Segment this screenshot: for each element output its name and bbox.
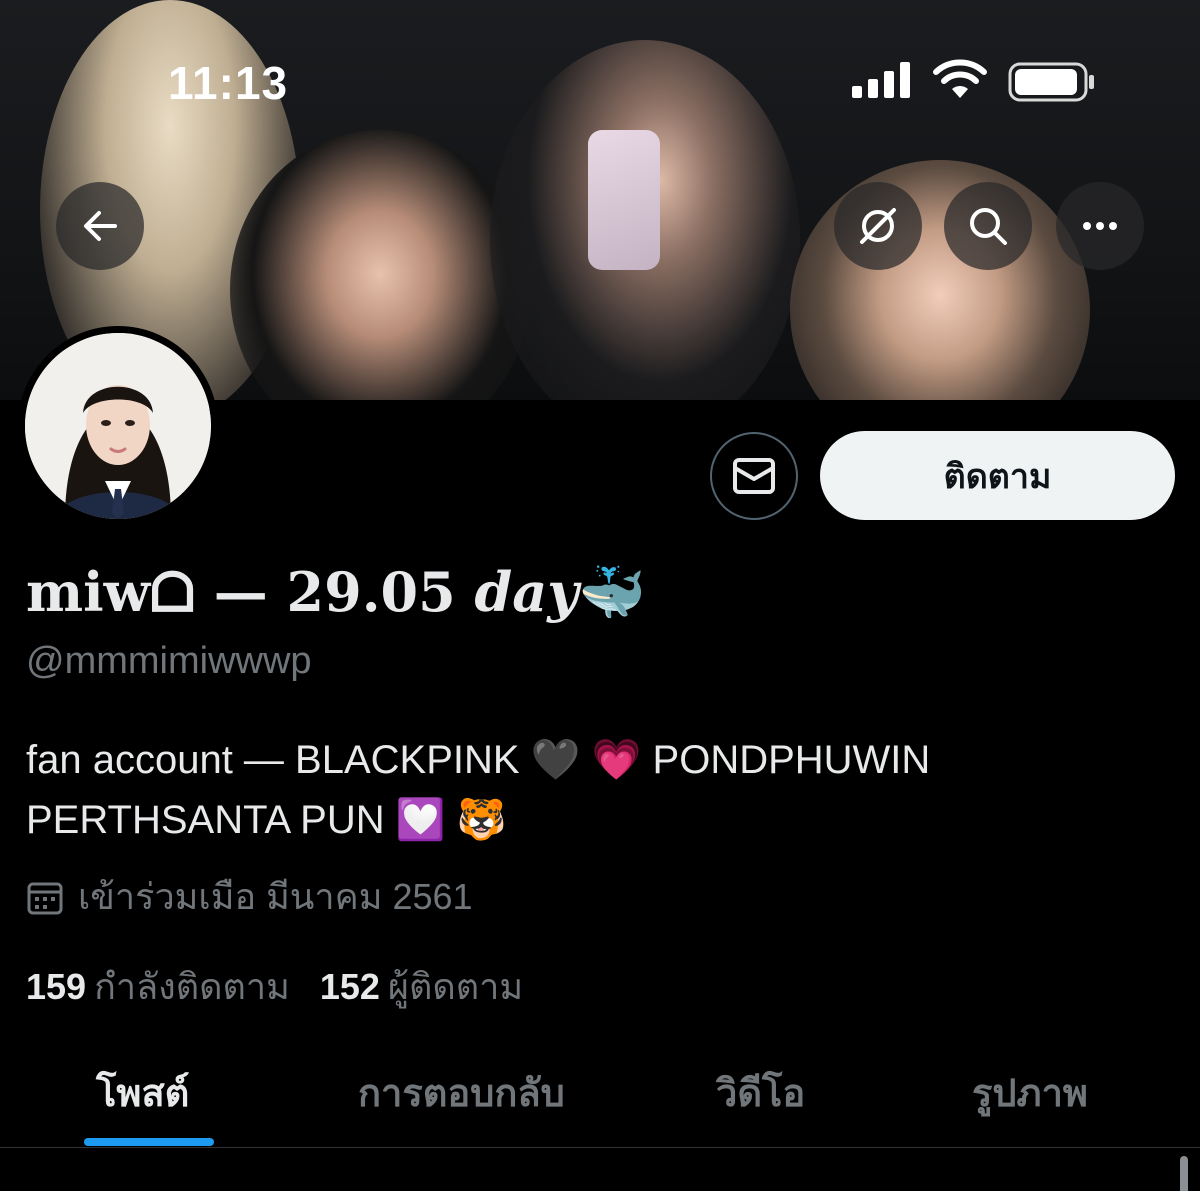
- following-count: 159: [26, 966, 87, 1007]
- tabs-divider: [0, 1147, 1200, 1148]
- cellular-signal-icon: [852, 62, 910, 98]
- tab-photos[interactable]: รูปภาพ: [972, 1062, 1088, 1123]
- following-link[interactable]: 159 กำลังติดตาม: [26, 958, 290, 1015]
- display-name: miwᗝ — 29.05 day🐳: [26, 560, 646, 625]
- banner-photo-figure-4: [790, 160, 1090, 400]
- search-button[interactable]: [944, 182, 1032, 270]
- followers-link[interactable]: 152 ผู้ติดตาม: [320, 958, 523, 1015]
- back-button[interactable]: [56, 182, 144, 270]
- followers-count: 152: [319, 966, 380, 1007]
- search-icon: [970, 208, 1007, 245]
- followers-label: ผู้ติดตาม: [387, 966, 524, 1007]
- battery-icon: [1008, 62, 1094, 102]
- banner-photo-phone: [588, 130, 660, 270]
- active-tab-indicator: [84, 1138, 214, 1146]
- wifi-icon: [933, 59, 987, 98]
- hide-button[interactable]: [834, 182, 922, 270]
- joined-text: เข้าร่วมเมือ มีนาคม 2561: [78, 876, 473, 917]
- arrow-left-icon: [84, 211, 117, 241]
- more-horizontal-icon: [1083, 222, 1117, 230]
- following-label: กำลังติดตาม: [94, 966, 290, 1007]
- bio-line: PERTHSANTA PUN 💟 🐯: [26, 798, 507, 842]
- user-handle: @mmmimiwwwp: [26, 640, 312, 682]
- profile-tabs: โพสต์ การตอบกลับ วิดีโอ รูปภาพ: [0, 1040, 1200, 1148]
- eye-slash-icon: [860, 208, 896, 244]
- tab-replies[interactable]: การตอบกลับ: [358, 1062, 565, 1123]
- calendar-icon: [27, 882, 63, 914]
- message-button[interactable]: [710, 432, 798, 520]
- follow-button[interactable]: ติดตาม: [820, 431, 1175, 520]
- status-bar: 11:13: [0, 0, 1200, 150]
- display-name-text: miwᗝ — 29.05: [26, 560, 475, 624]
- avatar-image: [25, 333, 211, 519]
- status-time: 11:13: [168, 57, 289, 109]
- tab-videos[interactable]: วิดีโอ: [716, 1062, 805, 1123]
- display-name-italic: day: [474, 560, 579, 624]
- follow-counts: 159 กำลังติดตาม 152 ผู้ติดตาม: [26, 958, 523, 1015]
- scrollbar[interactable]: [1180, 1156, 1188, 1191]
- joined-date: เข้าร่วมเมือ มีนาคม 2561: [26, 868, 473, 925]
- avatar-portrait: [25, 333, 211, 519]
- bio: fan account — BLACKPINK 🖤 💗 PONDPHUWIN P…: [26, 730, 1166, 850]
- whale-emoji: 🐳: [578, 560, 646, 624]
- avatar[interactable]: [18, 326, 218, 526]
- profile-banner[interactable]: 11:13: [0, 0, 1200, 400]
- bio-line: fan account — BLACKPINK 🖤 💗 PONDPHUWIN: [26, 738, 931, 782]
- tab-posts[interactable]: โพสต์: [96, 1062, 189, 1123]
- envelope-icon: [733, 458, 775, 494]
- more-button[interactable]: [1056, 182, 1144, 270]
